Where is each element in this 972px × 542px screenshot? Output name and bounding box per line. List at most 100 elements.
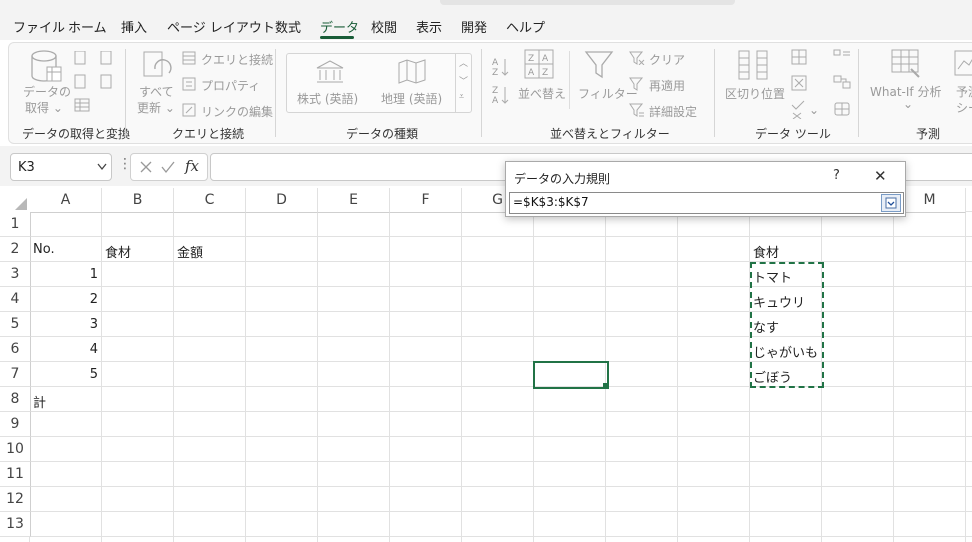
row-header-5[interactable]: 5 [0, 312, 31, 337]
column-header-d[interactable]: D [246, 188, 318, 213]
stocks-button[interactable]: 株式 (英語) [297, 90, 358, 107]
column-header-b[interactable]: B [102, 188, 174, 213]
menu-review[interactable]: 校閲 [371, 17, 397, 36]
cancel-icon[interactable] [139, 160, 153, 174]
menu-help[interactable]: ヘルプ [506, 17, 545, 36]
chevron-down-icon[interactable] [97, 163, 107, 171]
forecast-sheet-label-1[interactable]: 予測 [956, 83, 972, 100]
properties-button[interactable]: プロパティ [201, 77, 260, 94]
geography-icon [398, 59, 426, 84]
dialog-title: データの入力規則 [514, 172, 611, 186]
select-all-corner[interactable] [0, 188, 31, 213]
clear-filter-icon [629, 51, 645, 65]
menu-formulas[interactable]: 数式 [275, 17, 301, 36]
advanced-button[interactable]: 詳細設定 [649, 103, 697, 120]
active-tab-indicator [320, 36, 354, 39]
row-header-3[interactable]: 3 [0, 262, 31, 287]
ribbon: データの 取得 ⌄ データの取得と変換 すべて 更新 ⌄ クエリと接続 プロパテ… [8, 42, 972, 144]
select-all-icon[interactable] [14, 197, 28, 211]
divider [569, 51, 570, 109]
row-header-8[interactable]: 8 [0, 387, 31, 412]
cell-a2[interactable]: No. [33, 242, 55, 257]
get-data-label-2[interactable]: 取得 ⌄ [25, 99, 63, 116]
menu-bar: ファイル ホーム 挿入 ページ レイアウト 数式 データ 校閲 表示 開発 ヘル… [0, 0, 972, 40]
column-header-c[interactable]: C [174, 188, 246, 213]
row-header-13[interactable]: 13 [0, 512, 31, 537]
menu-insert[interactable]: 挿入 [121, 17, 147, 36]
reapply-icon [629, 77, 644, 91]
row-header-12[interactable]: 12 [0, 487, 31, 512]
row-header-9[interactable]: 9 [0, 412, 31, 437]
data-model-icons[interactable] [833, 49, 851, 121]
group-label-forecast: 予測 [916, 127, 941, 141]
gallery-down-icon[interactable]: ﹀ [459, 74, 468, 87]
text-to-columns-icon [738, 50, 768, 80]
row-header-11[interactable]: 11 [0, 462, 31, 487]
cell-b2[interactable]: 食材 [105, 242, 131, 261]
cell-c2[interactable]: 金額 [177, 242, 203, 261]
edit-links-icon [182, 103, 196, 117]
close-button[interactable]: ✕ [874, 167, 887, 185]
forecast-sheet-icon [954, 50, 972, 76]
queries-connections-icon [182, 51, 196, 65]
what-if-analysis-icon [891, 49, 920, 78]
fill-handle[interactable] [603, 383, 608, 388]
range-input[interactable]: =$K$3:$K$7 [509, 192, 904, 214]
stocks-icon [316, 60, 344, 83]
help-button[interactable]: ? [833, 168, 840, 183]
menu-page-layout[interactable]: ページ レイアウト [167, 17, 275, 36]
sort-az-icon[interactable]: AZ ZA [491, 55, 511, 105]
geography-button[interactable]: 地理 (英語) [381, 90, 442, 107]
insert-function-icon[interactable]: fx [185, 157, 199, 175]
menu-view[interactable]: 表示 [416, 17, 442, 36]
group-separator [714, 49, 715, 137]
gallery-scroll[interactable]: ︿ ﹀ ⩡ [455, 54, 471, 112]
row-header-6[interactable]: 6 [0, 337, 31, 362]
cell-a5[interactable]: 3 [30, 317, 98, 332]
row-header-4[interactable]: 4 [0, 287, 31, 312]
get-data-label-1[interactable]: データの [23, 83, 71, 100]
queries-connections-button[interactable]: クエリと接続 [201, 51, 273, 68]
row-header-1[interactable]: 1 [0, 212, 31, 237]
data-types-gallery[interactable]: 株式 (英語) 地理 (英語) ︿ ﹀ ⩡ [286, 53, 472, 113]
refresh-all-label-1[interactable]: すべて [139, 83, 174, 100]
row-header-2[interactable]: 2 [0, 237, 31, 262]
worksheet-grid[interactable]: ABCDEFGHIJKLM 12345678910111213 No.食材金額1… [0, 188, 972, 542]
cell-a6[interactable]: 4 [30, 342, 98, 357]
cell-a4[interactable]: 2 [30, 292, 98, 307]
enter-icon[interactable] [161, 160, 175, 174]
menu-data[interactable]: データ [320, 17, 359, 36]
text-to-columns-button[interactable]: 区切り位置 [725, 85, 785, 102]
small-data-icons [74, 51, 112, 112]
column-header-a[interactable]: A [30, 188, 102, 213]
gallery-more-icon[interactable]: ⩡ [459, 92, 464, 102]
cell-a7[interactable]: 5 [30, 367, 98, 382]
menu-developer[interactable]: 開発 [461, 17, 487, 36]
sort-button[interactable]: 並べ替え [518, 85, 566, 102]
forecast-sheet-label-2[interactable]: シー [956, 99, 972, 116]
cell-a8[interactable]: 計 [33, 392, 46, 411]
active-cell[interactable] [533, 361, 609, 389]
reapply-button[interactable]: 再適用 [649, 77, 685, 94]
row-header-10[interactable]: 10 [0, 437, 31, 462]
menu-home[interactable]: ホーム [68, 17, 107, 36]
expand-icon[interactable] [885, 197, 897, 209]
data-tools-icons[interactable] [791, 49, 807, 119]
column-header-f[interactable]: F [390, 188, 462, 213]
name-box[interactable]: K3 [10, 153, 112, 181]
edit-links-button[interactable]: リンクの編集 [201, 103, 273, 120]
refresh-all-label-2[interactable]: 更新 ⌄ [137, 99, 175, 116]
sort-icon: ZA AZ [524, 49, 554, 79]
cell-a3[interactable]: 1 [30, 267, 98, 282]
row-header-7[interactable]: 7 [0, 362, 31, 387]
expand-dialog-button[interactable] [881, 194, 901, 212]
menu-file[interactable]: ファイル [13, 17, 65, 36]
validation-dropdown-icon[interactable]: ⌄ [809, 103, 819, 117]
column-header-e[interactable]: E [318, 188, 390, 213]
svg-text:Z: Z [528, 54, 534, 64]
copy-selection-marquee [750, 262, 824, 388]
gallery-up-icon[interactable]: ︿ [459, 56, 468, 69]
cell-k2[interactable]: 食材 [753, 242, 779, 261]
what-if-dropdown-icon[interactable]: ⌄ [903, 97, 913, 111]
clear-button[interactable]: クリア [649, 51, 685, 68]
